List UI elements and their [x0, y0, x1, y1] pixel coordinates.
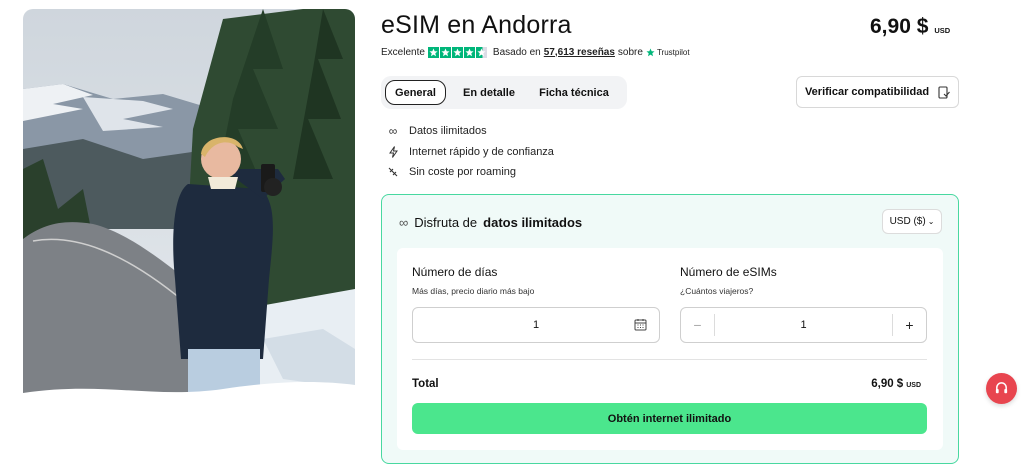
rating-stars — [427, 46, 487, 58]
total-price-value: 6,90 $ — [871, 378, 904, 390]
no-roaming-icon — [386, 166, 400, 178]
infinity-icon: ∞ — [388, 124, 398, 139]
plan-heading-prefix: Disfruta de — [414, 215, 478, 230]
headset-icon — [995, 382, 1008, 394]
rating-based-on: Basado en — [492, 46, 541, 58]
days-input[interactable]: 1 — [412, 307, 660, 343]
rating-on: sobre — [617, 46, 643, 58]
tab-detail[interactable]: En detalle — [446, 80, 532, 105]
infinity-icon: ∞ — [399, 215, 409, 230]
lightning-icon — [386, 145, 400, 158]
product-price: 6,90 $ USD — [870, 15, 950, 39]
days-hint: Más días, precio diario más bajo — [412, 286, 535, 296]
reviews-link[interactable]: 57,613 reseñas — [544, 47, 615, 58]
price-value: 6,90 $ — [870, 15, 929, 38]
star-icon — [451, 46, 463, 58]
device-check-icon — [938, 85, 950, 99]
feature-item: Internet rápido y de confianza — [386, 142, 554, 163]
chevron-down-icon: ⌄ — [927, 217, 935, 226]
total-price: 6,90 $ USD — [871, 378, 921, 390]
divider — [412, 359, 927, 360]
days-label: Número de días — [412, 265, 498, 279]
days-value: 1 — [532, 319, 540, 331]
sims-hint: ¿Cuántos viajeros? — [680, 286, 754, 296]
sims-label: Número de eSIMs — [680, 265, 777, 279]
feature-label: Internet rápido y de confianza — [409, 145, 554, 158]
plan-selector: ∞ Disfruta de datos ilimitados USD ($) ⌄… — [381, 194, 959, 464]
support-chat-button[interactable] — [986, 373, 1017, 404]
star-icon — [463, 46, 475, 58]
plan-heading-bold: datos ilimitados — [483, 215, 583, 230]
verify-compatibility-button[interactable]: Verificar compatibilidad — [796, 76, 959, 108]
star-half-icon — [475, 46, 487, 58]
feature-list: ∞ Datos ilimitados Internet rápido y de … — [386, 121, 554, 183]
rating-label: Excelente — [381, 46, 425, 58]
total-label: Total — [412, 378, 439, 390]
total-currency: USD — [906, 382, 921, 389]
tab-general[interactable]: General — [385, 80, 446, 105]
hero-image — [23, 9, 355, 409]
increment-button[interactable]: + — [892, 314, 926, 336]
verify-label: Verificar compatibilidad — [804, 86, 930, 98]
trustpilot-rating[interactable]: Excelente Basado en 57,613 reseñas sobre… — [381, 45, 690, 59]
feature-label: Sin coste por roaming — [409, 166, 516, 179]
currency-value: USD ($) — [889, 216, 926, 227]
decrement-button[interactable]: − — [681, 314, 715, 336]
feature-item: Sin coste por roaming — [386, 162, 554, 183]
trustpilot-star-icon — [646, 48, 655, 56]
trustpilot-logo: Trustpilot — [646, 48, 690, 57]
get-unlimited-button[interactable]: Obtén internet ilimitado — [412, 403, 927, 434]
product-title: eSIM en Andorra — [381, 11, 572, 39]
tab-specs[interactable]: Ficha técnica — [532, 80, 616, 105]
price-currency: USD — [934, 26, 951, 35]
calendar-icon[interactable] — [634, 318, 647, 331]
feature-item: ∞ Datos ilimitados — [386, 121, 554, 142]
star-icon — [439, 46, 451, 58]
plan-card: Número de días Más días, precio diario m… — [397, 248, 943, 450]
star-icon — [427, 46, 439, 58]
plan-heading: ∞ Disfruta de datos ilimitados — [399, 215, 582, 230]
sims-value: 1 — [800, 319, 807, 331]
feature-label: Datos ilimitados — [409, 125, 487, 138]
trustpilot-name: Trustpilot — [656, 47, 690, 57]
info-tabs: General En detalle Ficha técnica — [381, 76, 627, 109]
currency-select[interactable]: USD ($) ⌄ — [882, 209, 942, 234]
sims-stepper: − 1 + — [680, 307, 927, 343]
